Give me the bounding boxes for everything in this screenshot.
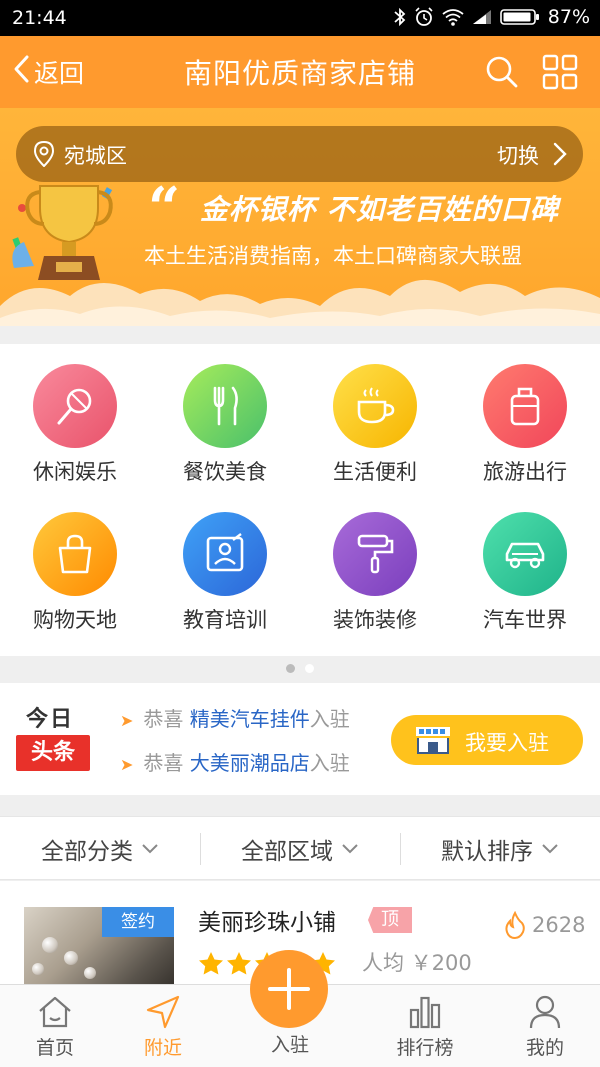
pearl-decoration [64, 951, 78, 965]
bluetooth-icon [394, 7, 406, 27]
today-label: 今日 [26, 707, 75, 732]
flame-icon [505, 911, 525, 939]
join-fab-button[interactable] [250, 950, 328, 1028]
quote-mark-icon: “ [148, 175, 181, 241]
category-travel[interactable]: 旅游出行 [450, 344, 600, 494]
filter-bar: 全部分类 全部区域 默认排序 [0, 816, 600, 880]
category-grid-button[interactable] [542, 54, 578, 90]
tab-join-label: 入驻 [270, 1034, 309, 1056]
arrow-right-icon: ➤ [120, 755, 134, 774]
pearl-decoration [32, 963, 44, 975]
chevron-down-icon [542, 844, 558, 854]
back-label: 返回 [34, 59, 85, 88]
category-label: 购物天地 [33, 608, 117, 632]
promo-banner[interactable]: 宛城区 切换 “ 金杯银杯 不如老百姓的口碑 本土生活消费指南，本土口碑商家大联… [0, 108, 600, 326]
headline-item[interactable]: ➤ 恭喜 精美汽车挂件入驻 [120, 703, 350, 732]
page-dot-active[interactable] [286, 664, 295, 673]
category-label: 装饰装修 [333, 608, 417, 632]
battery-icon [499, 8, 540, 26]
page-dot[interactable] [305, 664, 314, 673]
category-education[interactable]: 教育培训 [150, 492, 300, 642]
filter-category[interactable]: 全部分类 [0, 817, 200, 881]
current-district: 宛城区 [64, 144, 127, 168]
category-grid: 休闲娱乐 餐饮美食 生活便利 旅游出行 购物天地 教育培训 装饰装修 汽车世界 [0, 344, 600, 656]
alarm-icon [414, 7, 434, 27]
join-label: 我要入驻 [465, 731, 549, 755]
search-icon [486, 56, 518, 88]
home-icon [39, 996, 71, 1028]
star-icon [199, 952, 223, 975]
pinned-tag: 顶 [368, 907, 412, 933]
category-label: 旅游出行 [483, 460, 567, 484]
chevron-down-icon [142, 844, 158, 854]
fork-knife-icon [213, 386, 238, 426]
join-button[interactable]: 我要入驻 [391, 715, 583, 765]
chevron-right-icon [553, 142, 567, 166]
category-decoration[interactable]: 装饰装修 [300, 492, 450, 642]
category-food[interactable]: 餐饮美食 [150, 344, 300, 494]
tab-nearby[interactable]: 附近 [108, 985, 218, 1067]
category-label: 教育培训 [183, 608, 267, 632]
chevron-down-icon [342, 844, 358, 854]
category-label: 生活便利 [333, 460, 417, 484]
category-life-services[interactable]: 生活便利 [300, 344, 450, 494]
headline-item[interactable]: ➤ 恭喜 大美丽潮品店入驻 [120, 747, 350, 776]
category-leisure[interactable]: 休闲娱乐 [0, 344, 150, 494]
store-name: 美丽珍珠小铺 [198, 910, 336, 936]
education-board-icon [206, 533, 244, 572]
app-screen: 21:44 87% 返回 南阳优质商家店铺 宛城区 切换 “ 金杯银杯 不如老百… [0, 0, 600, 1067]
nav-bar: 返回 南阳优质商家店铺 [0, 36, 600, 108]
category-label: 汽车世界 [483, 608, 567, 632]
location-selector[interactable]: 宛城区 切换 [16, 126, 583, 182]
signed-badge: 签约 [102, 907, 174, 937]
coffee-cup-icon [357, 387, 395, 424]
signal-icon [472, 9, 492, 25]
grid-icon [542, 54, 578, 90]
filter-area[interactable]: 全部区域 [200, 817, 400, 881]
plus-icon [268, 968, 310, 1010]
category-label: 餐饮美食 [183, 460, 267, 484]
navigation-arrow-icon [146, 995, 180, 1029]
user-icon [529, 995, 561, 1029]
category-label: 休闲娱乐 [33, 460, 117, 484]
suitcase-icon [510, 387, 540, 426]
arrow-right-icon: ➤ [120, 711, 134, 730]
tab-mine[interactable]: 我的 [490, 985, 600, 1067]
battery-percent: 87% [547, 6, 590, 28]
popularity: 2628 [504, 911, 585, 939]
storefront-icon [416, 727, 450, 754]
pearl-decoration [42, 937, 58, 953]
shopping-bag-icon [58, 534, 92, 574]
status-time: 21:44 [12, 7, 67, 29]
wifi-icon [442, 8, 464, 26]
bar-chart-icon [409, 996, 441, 1029]
banner-subslogan: 本土生活消费指南，本土口碑商家大联盟 [144, 244, 522, 268]
headline-tag: 头条 [16, 735, 90, 771]
paint-roller-icon [357, 534, 394, 574]
switch-location-label: 切换 [497, 144, 539, 168]
star-icon [227, 952, 251, 975]
status-bar: 21:44 87% [0, 0, 600, 36]
category-auto[interactable]: 汽车世界 [450, 492, 600, 642]
tab-ranking[interactable]: 排行榜 [370, 985, 480, 1067]
back-button[interactable]: 返回 [12, 54, 84, 90]
location-pin-icon [34, 141, 54, 167]
search-button[interactable] [484, 54, 520, 90]
tab-home[interactable]: 首页 [0, 985, 110, 1067]
filter-sort[interactable]: 默认排序 [400, 817, 600, 881]
headline-section: 今日 头条 ➤ 恭喜 精美汽车挂件入驻 ➤ 恭喜 大美丽潮品店入驻 我要入驻 [0, 683, 600, 795]
page-indicator [0, 656, 600, 682]
category-shopping[interactable]: 购物天地 [0, 492, 150, 642]
banner-slogan: 金杯银杯 不如老百姓的口碑 [200, 193, 559, 226]
chevron-left-icon [12, 54, 30, 90]
trophy-icon [12, 185, 113, 280]
avg-price: 人均 ￥200 [362, 951, 472, 975]
car-icon [505, 542, 545, 569]
pearl-decoration [84, 967, 96, 979]
microphone-icon [57, 388, 92, 425]
